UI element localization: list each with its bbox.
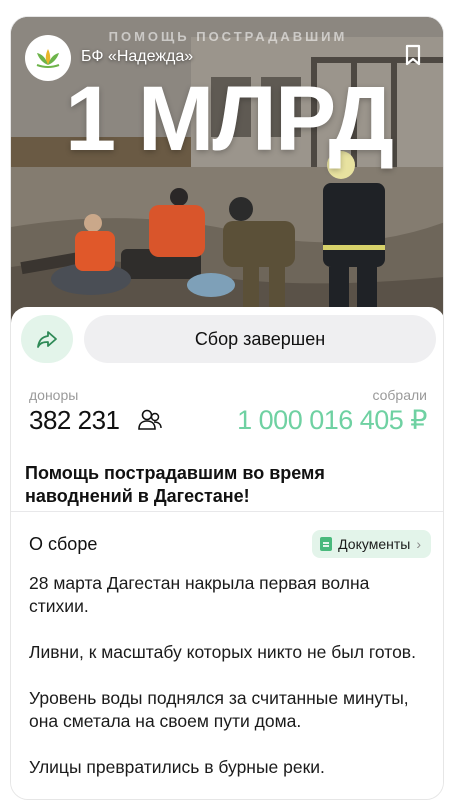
raised-label: собрали: [372, 387, 427, 403]
document-icon: [320, 537, 333, 551]
raised-value: 1 000 016 405 ₽: [237, 405, 427, 435]
divider: [11, 511, 443, 512]
fundraiser-title: Помощь пострадавшим во время наводнений …: [25, 463, 325, 506]
lotus-logo-icon[interactable]: [25, 35, 71, 81]
org-name[interactable]: БФ «Надежда»: [81, 48, 193, 66]
hero-headline: 1 МЛРД: [65, 68, 394, 170]
people-icon: [137, 407, 163, 433]
paragraph: Ливни, к масштабу которых никто не был г…: [29, 642, 416, 662]
donors-label: доноры: [29, 387, 79, 403]
documents-button[interactable]: Документы ›: [312, 530, 431, 558]
status-button[interactable]: Сбор завершен: [84, 315, 436, 363]
chevron-right-icon: ›: [416, 536, 421, 552]
paragraph: 28 марта Дагестан накрыла первая волна с…: [29, 573, 370, 616]
share-arrow-icon: [37, 331, 57, 348]
hero-top-caption: ПОМОЩЬ ПОСТРАДАВШИМ: [108, 29, 348, 44]
about-heading: О сборе: [29, 534, 98, 554]
details-panel: Сбор завершен доноры собрали 382 231 1 0…: [11, 307, 443, 799]
bookmark-icon[interactable]: [403, 43, 423, 67]
paragraph: Улицы превратились в бурные реки.: [29, 757, 325, 777]
hero-image: ПОМОЩЬ ПОСТРАДАВШИМ 1 МЛРД БФ «Надежда»: [11, 17, 443, 329]
paragraph: Уровень воды поднялся за считанные минут…: [29, 688, 409, 731]
about-text: 28 марта Дагестан накрыла первая волна с…: [29, 572, 429, 799]
documents-label: Документы: [338, 536, 411, 552]
flood-rescue-photo: [11, 17, 443, 329]
donors-value: 382 231: [29, 405, 120, 435]
share-button[interactable]: [21, 315, 73, 363]
fundraiser-card: ПОМОЩЬ ПОСТРАДАВШИМ 1 МЛРД БФ «Надежда» …: [10, 16, 444, 800]
